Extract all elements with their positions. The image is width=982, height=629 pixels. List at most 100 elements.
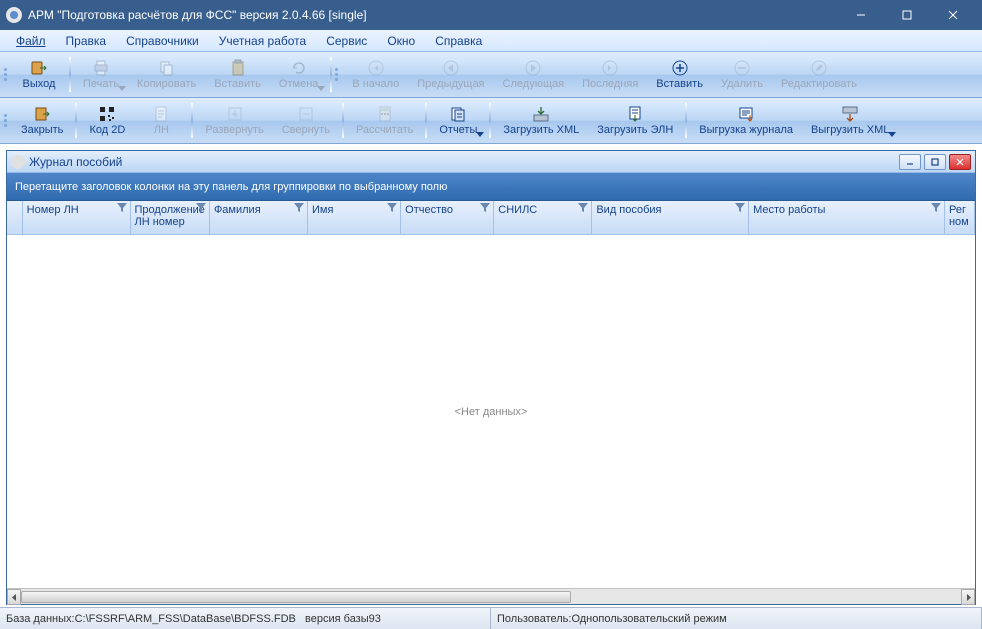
expand-icon bbox=[225, 105, 245, 123]
undo-label: Отмена bbox=[279, 78, 318, 90]
load-eln-label: Загрузить ЭЛН bbox=[597, 124, 673, 136]
export-journal-icon bbox=[736, 105, 756, 123]
window-close-button[interactable] bbox=[930, 0, 976, 30]
filter-icon[interactable] bbox=[735, 203, 745, 213]
statusbar: База данных: C:\FSSRF\ARM_FSS\DataBase\B… bbox=[0, 607, 982, 629]
document-icon bbox=[151, 105, 171, 123]
next-record-button[interactable]: Следующая bbox=[494, 55, 574, 94]
last-record-button[interactable]: Последняя bbox=[573, 55, 647, 94]
prev-label: Предыдущая bbox=[417, 78, 484, 90]
group-by-panel[interactable]: Перетащите заголовок колонки на эту пане… bbox=[7, 173, 975, 201]
paste-button[interactable]: Вставить bbox=[205, 55, 270, 94]
filter-icon[interactable] bbox=[196, 203, 206, 213]
exit-button[interactable]: Выход bbox=[12, 55, 66, 94]
column-header-vid-posobiya[interactable]: Вид пособия bbox=[592, 201, 749, 234]
column-header-prodolzhenie[interactable]: Продолжение ЛН номер bbox=[131, 201, 210, 234]
edit-record-button[interactable]: Редактировать bbox=[772, 55, 866, 94]
delete-icon bbox=[732, 59, 752, 77]
horizontal-scrollbar[interactable] bbox=[7, 588, 975, 604]
load-xml-button[interactable]: Загрузить XML bbox=[494, 101, 588, 140]
collapse-label: Свернуть bbox=[282, 124, 330, 136]
filter-icon[interactable] bbox=[387, 203, 397, 213]
insert-record-button[interactable]: Вставить bbox=[647, 55, 712, 94]
child-maximize-button[interactable] bbox=[924, 154, 946, 170]
first-record-button[interactable]: В начало bbox=[343, 55, 408, 94]
load-eln-icon bbox=[625, 105, 645, 123]
calculate-button[interactable]: Рассчитать bbox=[347, 101, 422, 140]
export-journal-button[interactable]: Выгрузка журнала bbox=[690, 101, 802, 140]
calculate-label: Рассчитать bbox=[356, 124, 413, 136]
undo-button[interactable]: Отмена bbox=[270, 55, 327, 94]
print-label: Печать bbox=[83, 78, 119, 90]
filter-icon[interactable] bbox=[294, 203, 304, 213]
child-close-button[interactable] bbox=[949, 154, 971, 170]
print-button[interactable]: Печать bbox=[74, 55, 128, 94]
next-icon bbox=[523, 59, 543, 77]
window-minimize-button[interactable] bbox=[838, 0, 884, 30]
column-header-nomer-ln[interactable]: Номер ЛН bbox=[23, 201, 131, 234]
close-tab-button[interactable]: Закрыть bbox=[12, 101, 72, 140]
copy-button[interactable]: Копировать bbox=[128, 55, 205, 94]
qrcode-icon bbox=[97, 105, 117, 123]
toolbar-journal: Закрыть Код 2D ЛН Развернуть Свернуть Ра… bbox=[0, 98, 982, 144]
grid-column-headers: Номер ЛН Продолжение ЛН номер Фамилия Им… bbox=[7, 201, 975, 235]
exit-label: Выход bbox=[23, 78, 56, 90]
column-header-imya[interactable]: Имя bbox=[308, 201, 401, 234]
column-header-mesto-raboty[interactable]: Место работы bbox=[749, 201, 945, 234]
reports-button[interactable]: Отчеты bbox=[430, 101, 486, 140]
column-header-familiya[interactable]: Фамилия bbox=[210, 201, 308, 234]
close-icon bbox=[32, 105, 52, 123]
menu-file[interactable]: Файл bbox=[16, 34, 46, 48]
undo-icon bbox=[289, 59, 309, 77]
insert-label: Вставить bbox=[656, 78, 703, 90]
menu-refs[interactable]: Справочники bbox=[126, 34, 199, 48]
scroll-left-button[interactable] bbox=[7, 589, 21, 605]
menu-help[interactable]: Справка bbox=[435, 34, 482, 48]
export-journal-label: Выгрузка журнала bbox=[699, 124, 793, 136]
toolbar-grip[interactable] bbox=[4, 55, 10, 94]
close-label: Закрыть bbox=[21, 124, 63, 136]
expand-label: Развернуть bbox=[205, 124, 263, 136]
export-xml-label: Выгрузить XML bbox=[811, 124, 889, 136]
prev-record-button[interactable]: Предыдущая bbox=[408, 55, 493, 94]
scroll-thumb[interactable] bbox=[21, 591, 571, 603]
filter-icon[interactable] bbox=[117, 203, 127, 213]
menu-edit[interactable]: Правка bbox=[66, 34, 107, 48]
toolbar-grip-2[interactable] bbox=[335, 55, 341, 94]
toolbar-grip-3[interactable] bbox=[4, 101, 10, 140]
filter-icon[interactable] bbox=[931, 203, 941, 213]
menu-acct[interactable]: Учетная работа bbox=[219, 34, 306, 48]
child-minimize-button[interactable] bbox=[899, 154, 921, 170]
status-user: Пользователь: Однопользовательский режим bbox=[491, 608, 982, 629]
grid-body[interactable]: <Нет данных> bbox=[7, 235, 975, 588]
window-titlebar: АРМ "Подготовка расчётов для ФСС" версия… bbox=[0, 0, 982, 30]
code2d-button[interactable]: Код 2D bbox=[80, 101, 134, 140]
menu-service[interactable]: Сервис bbox=[326, 34, 367, 48]
window-maximize-button[interactable] bbox=[884, 0, 930, 30]
column-header-reg-nom[interactable]: Рег ном bbox=[945, 201, 975, 234]
export-xml-button[interactable]: Выгрузить XML bbox=[802, 101, 898, 140]
column-header-snils[interactable]: СНИЛС bbox=[494, 201, 592, 234]
expand-button[interactable]: Развернуть bbox=[196, 101, 272, 140]
paste-icon bbox=[228, 59, 248, 77]
filter-icon[interactable] bbox=[480, 203, 490, 213]
first-icon bbox=[366, 59, 386, 77]
scroll-right-button[interactable] bbox=[961, 589, 975, 605]
load-eln-button[interactable]: Загрузить ЭЛН bbox=[588, 101, 682, 140]
load-xml-icon bbox=[531, 105, 551, 123]
menu-window[interactable]: Окно bbox=[387, 34, 415, 48]
last-label: Последняя bbox=[582, 78, 638, 90]
filter-icon[interactable] bbox=[578, 203, 588, 213]
delete-record-button[interactable]: Удалить bbox=[712, 55, 772, 94]
prev-icon bbox=[441, 59, 461, 77]
row-indicator-header[interactable] bbox=[7, 201, 23, 234]
ln-label: ЛН bbox=[154, 124, 169, 136]
copy-label: Копировать bbox=[137, 78, 196, 90]
no-data-text: <Нет данных> bbox=[455, 406, 528, 418]
mdi-client: Журнал пособий Перетащите заголовок коло… bbox=[0, 144, 982, 607]
collapse-button[interactable]: Свернуть bbox=[273, 101, 339, 140]
ln-button[interactable]: ЛН bbox=[134, 101, 188, 140]
exit-icon bbox=[29, 59, 49, 77]
column-header-otchestvo[interactable]: Отчество bbox=[401, 201, 494, 234]
menubar: Файл Правка Справочники Учетная работа С… bbox=[0, 30, 982, 52]
